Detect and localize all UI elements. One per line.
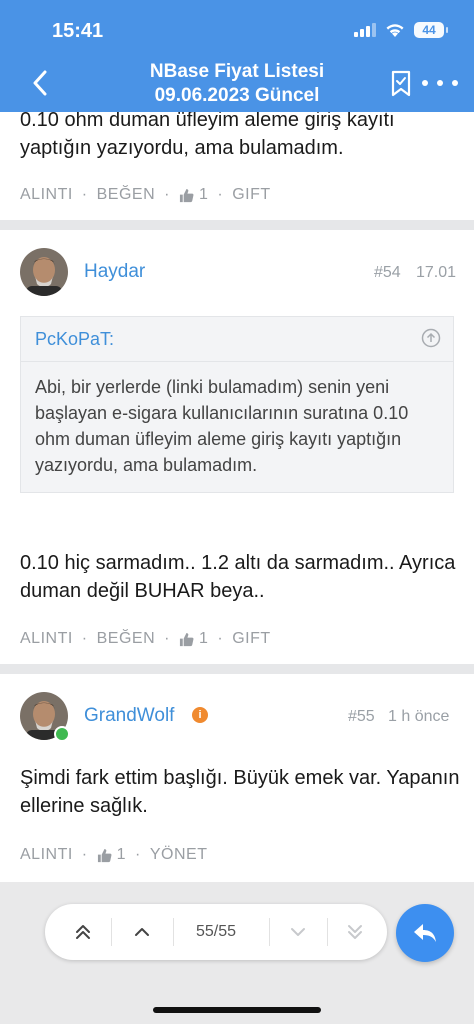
post-divider [0, 664, 474, 674]
post-number[interactable]: #55 [348, 708, 375, 726]
reply-arrow-icon [414, 924, 436, 942]
more-options-icon[interactable] [422, 72, 458, 94]
chevron-up-icon [135, 928, 149, 936]
separator-dot: · [217, 630, 224, 647]
separator-dot: · [81, 630, 88, 647]
status-time: 15:41 [52, 20, 104, 42]
thumbs-up-icon [179, 188, 194, 202]
like-count-value: 1 [116, 846, 127, 863]
quote-author[interactable]: PcKoPaT: [35, 329, 114, 350]
separator-dot: · [164, 186, 170, 203]
like-count-value: 1 [198, 630, 209, 647]
post-author[interactable]: GrandWolf [84, 705, 174, 727]
post-actions: ALINTI · 1 · YÖNET [20, 846, 207, 864]
separator-dot: · [81, 186, 88, 203]
cellular-signal-icon [354, 23, 376, 37]
online-status-dot [54, 726, 70, 742]
first-page-button[interactable] [55, 904, 111, 960]
wifi-icon [386, 23, 404, 37]
arrow-up-circle-icon[interactable] [421, 328, 441, 348]
post-body: 0.10 ohm duman üfleyim aleme giriş kayıt… [20, 109, 395, 159]
thumbs-up-icon [179, 632, 194, 646]
quote-button[interactable]: ALINTI [20, 846, 73, 864]
quote-header: PcKoPaT: [21, 317, 453, 362]
like-count[interactable]: 1 [179, 630, 208, 648]
post-time: 17.01 [416, 264, 457, 281]
like-button[interactable]: BEĞEN [97, 186, 156, 204]
like-button[interactable]: BEĞEN [97, 630, 156, 648]
status-icons: 44 [354, 22, 448, 38]
chevron-down-icon [291, 928, 305, 936]
gift-button[interactable]: GIFT [232, 630, 270, 648]
double-chevron-down-icon [348, 925, 362, 939]
last-page-button[interactable] [327, 904, 383, 960]
like-count[interactable]: 1 [179, 186, 208, 204]
reply-button[interactable] [396, 904, 454, 962]
quote-button[interactable]: ALINTI [20, 186, 73, 204]
avatar[interactable] [20, 248, 68, 296]
post-actions: ALINTI · BEĞEN · 1 · GIFT [20, 186, 271, 204]
quote-button[interactable]: ALINTI [20, 630, 73, 648]
page-indicator[interactable]: 55/55 [173, 904, 259, 960]
double-chevron-up-icon [76, 925, 90, 939]
separator-dot: · [164, 630, 170, 647]
separator-dot: · [217, 186, 224, 203]
quote-block: PcKoPaT: Abi, bir yerlerde (linki bulama… [20, 316, 454, 493]
back-button[interactable] [26, 66, 54, 100]
gift-button[interactable]: GIFT [232, 186, 270, 204]
previous-page-button[interactable] [111, 904, 173, 960]
chevron-left-icon [33, 70, 47, 96]
like-count-value: 1 [198, 186, 209, 203]
quote-text: Abi, bir yerlerde (linki bulamadım) seni… [35, 377, 409, 475]
post-divider [0, 220, 474, 230]
page-navigator: 55/55 [45, 904, 387, 960]
post-number[interactable]: #54 [374, 264, 401, 282]
info-badge-icon: i [192, 707, 208, 723]
thumbs-up-icon [97, 848, 112, 862]
bookmark-icon[interactable] [388, 70, 414, 98]
post-body: Şimdi fark ettim başlığı. Büyük emek var… [20, 767, 460, 817]
manage-button[interactable]: YÖNET [150, 846, 208, 864]
post-body: 0.10 hiç sarmadım.. 1.2 altı da sarmadım… [20, 552, 456, 602]
separator-dot: · [81, 846, 88, 863]
like-count[interactable]: 1 [97, 846, 126, 864]
next-page-button[interactable] [269, 904, 327, 960]
separator-dot: · [135, 846, 141, 863]
page-title-line1: NBase Fiyat Listesi [149, 61, 325, 82]
page-title: NBase Fiyat Listesi 09.06.2023 Güncel [100, 60, 374, 108]
post-author[interactable]: Haydar [84, 261, 145, 283]
post-time: 1 h önce [388, 708, 450, 725]
avatar-image [20, 248, 68, 296]
battery-icon: 44 [414, 22, 448, 38]
post-actions: ALINTI · BEĞEN · 1 · GIFT [20, 630, 271, 648]
home-indicator [153, 1007, 321, 1013]
page-title-line2: 09.06.2023 Güncel [154, 85, 320, 106]
app-header: 15:41 44 NBase Fiyat Listesi 09.06.2023 … [0, 0, 474, 112]
